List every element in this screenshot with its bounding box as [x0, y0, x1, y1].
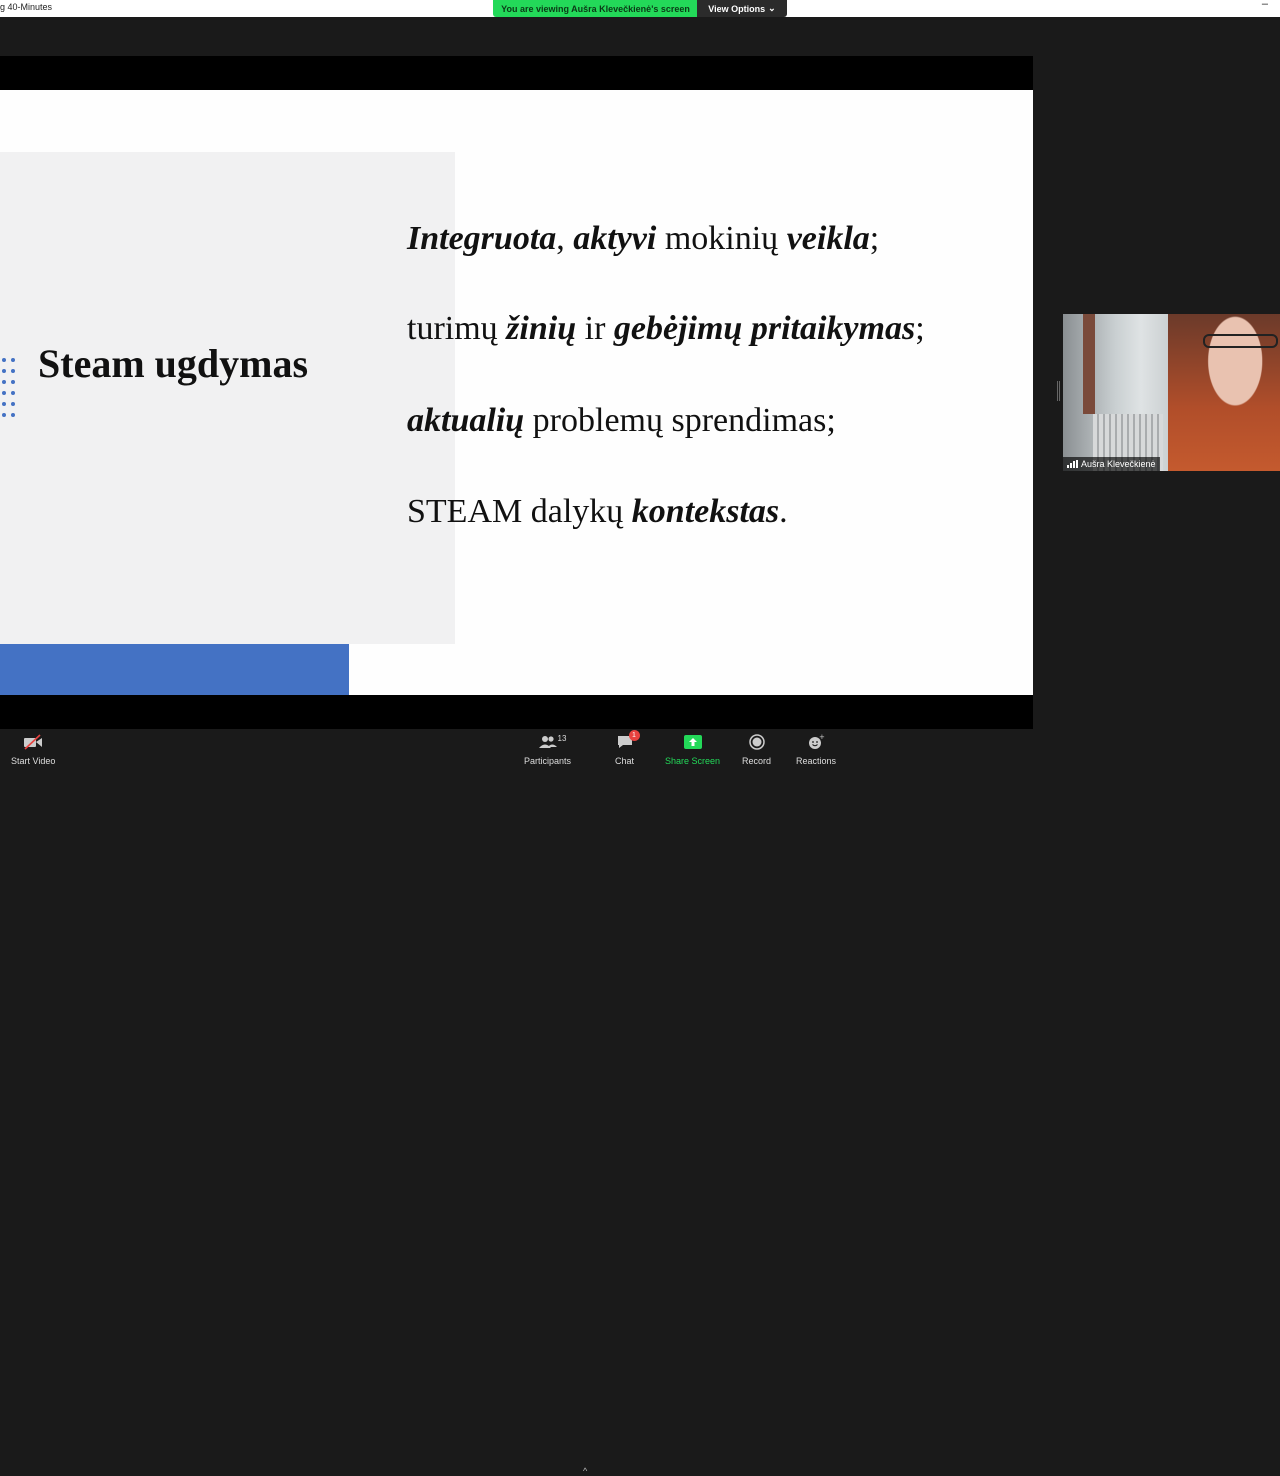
- participant-video-tile[interactable]: Aušra Klevečkienė: [1063, 314, 1280, 471]
- slide-text: problemų sprendimas;: [524, 402, 836, 439]
- slide-text: ,: [556, 220, 574, 257]
- video-off-icon: [23, 732, 43, 752]
- participant-name-tag: Aušra Klevečkienė: [1063, 457, 1160, 471]
- video-curtain: [1083, 314, 1095, 414]
- participant-glasses: [1203, 334, 1278, 348]
- slide-text: .: [779, 493, 788, 530]
- view-options-label: View Options: [708, 3, 766, 14]
- chat-button[interactable]: 1 Chat: [615, 730, 640, 766]
- minimize-button[interactable]: –: [1262, 0, 1268, 10]
- slide-emphasis-text: žinių: [506, 310, 577, 347]
- window-titlebar: g 40-Minutes You are viewing Aušra Kleve…: [0, 0, 1280, 17]
- slide-emphasis-text: veikla: [786, 220, 870, 257]
- slide-heading: Steam ugdymas: [38, 341, 309, 386]
- slide-text: turimų: [407, 310, 507, 347]
- chat-label: Chat: [615, 756, 635, 766]
- start-video-button[interactable]: Start Video: [11, 732, 55, 766]
- svg-text:+: +: [819, 734, 825, 741]
- slide-emphasis-text: aktyvi: [573, 220, 657, 257]
- participants-label: Participants: [524, 756, 572, 766]
- slide-line-1: Integruota, aktyvi mokinių veikla;: [407, 220, 879, 258]
- record-button[interactable]: Record: [742, 732, 771, 766]
- slide-line-2: turimų žinių ir gebėjimų pritaikymas;: [407, 310, 925, 348]
- slide-text: ir: [576, 310, 614, 347]
- view-options-button[interactable]: View Options ⌄: [697, 0, 787, 17]
- slide-emphasis-text: aktualių: [407, 402, 525, 439]
- slide-text: ;: [915, 310, 925, 347]
- slide-dots-decoration: [0, 358, 20, 428]
- record-icon: [748, 732, 765, 752]
- slide-text: ;: [869, 220, 880, 257]
- reactions-label: Reactions: [796, 756, 837, 766]
- share-screen-button[interactable]: Share Screen: [665, 732, 720, 766]
- slide-line-4: STEAM dalykų kontekstas.: [407, 493, 788, 531]
- slide-line-3: aktualių problemų sprendimas;: [407, 402, 836, 440]
- slide-emphasis-text: gebėjimų pritaikymas: [613, 310, 916, 347]
- chat-icon: 1: [616, 730, 640, 752]
- presentation-slide: Steam ugdymas Integruota, aktyvi mokinių…: [0, 90, 1033, 695]
- slide-blue-bar: [0, 644, 349, 695]
- slide-text: mokinių: [656, 220, 787, 257]
- viewing-banner: You are viewing Aušra Klevečkienė's scre…: [493, 0, 698, 17]
- slide-text: STEAM dalykų: [407, 493, 632, 530]
- panel-resize-handle[interactable]: [1057, 381, 1060, 401]
- record-label: Record: [742, 756, 772, 766]
- chat-unread-badge: 1: [628, 730, 640, 741]
- participant-name: Aušra Klevečkienė: [1081, 459, 1156, 469]
- meeting-toolbar: Start Video 13 Participants ^ 1 Chat Sha…: [0, 729, 1280, 1476]
- start-video-label: Start Video: [11, 756, 56, 766]
- signal-strength-icon: [1067, 460, 1078, 468]
- share-screen-icon: [683, 732, 702, 752]
- participants-button[interactable]: 13 Participants: [524, 732, 571, 766]
- reactions-button[interactable]: + Reactions: [796, 732, 836, 766]
- share-screen-label: Share Screen: [665, 756, 721, 766]
- window-title: g 40-Minutes: [0, 2, 53, 12]
- reactions-icon: +: [807, 732, 825, 752]
- chevron-down-icon: ⌄: [768, 3, 776, 13]
- participants-count: 13: [557, 734, 567, 743]
- slide-emphasis-text: kontekstas: [631, 493, 780, 530]
- participants-icon: 13: [538, 732, 566, 752]
- slide-emphasis-text: Integruota: [407, 220, 557, 257]
- participants-caret-icon[interactable]: ^: [583, 1466, 587, 1476]
- slide-grey-panel: [0, 152, 455, 644]
